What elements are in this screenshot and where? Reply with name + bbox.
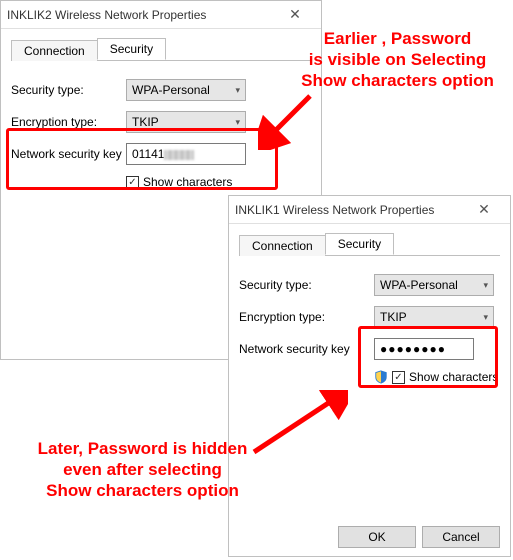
titlebar: INKLIK2 Wireless Network Properties ✕ bbox=[1, 1, 321, 29]
encryption-type-select[interactable]: TKIP ▾ bbox=[374, 306, 494, 328]
cancel-button[interactable]: Cancel bbox=[422, 526, 500, 548]
network-key-field[interactable]: 01141 bbox=[126, 143, 246, 165]
tab-connection[interactable]: Connection bbox=[11, 40, 98, 61]
security-type-value: WPA-Personal bbox=[380, 278, 458, 292]
titlebar: INKLIK1 Wireless Network Properties ✕ bbox=[229, 196, 510, 224]
tab-connection[interactable]: Connection bbox=[239, 235, 326, 256]
encryption-type-select[interactable]: TKIP ▾ bbox=[126, 111, 246, 133]
window-inklik1: INKLIK1 Wireless Network Properties ✕ Co… bbox=[228, 195, 511, 557]
network-key-field[interactable]: ●●●●●●●● bbox=[374, 338, 474, 360]
annotation-later: Later, Password is hiddeneven after sele… bbox=[25, 438, 260, 501]
show-characters-label: Show characters bbox=[143, 175, 232, 189]
network-key-label: Network security key bbox=[239, 342, 374, 356]
encryption-type-value: TKIP bbox=[132, 115, 159, 129]
show-characters-checkbox[interactable]: ✓ bbox=[392, 371, 405, 384]
tab-security[interactable]: Security bbox=[325, 233, 394, 255]
network-key-label: Network security key bbox=[11, 147, 126, 161]
shield-icon bbox=[374, 370, 388, 384]
ok-button[interactable]: OK bbox=[338, 526, 416, 548]
security-type-value: WPA-Personal bbox=[132, 83, 210, 97]
security-type-select[interactable]: WPA-Personal ▾ bbox=[126, 79, 246, 101]
tabs: Connection Security bbox=[11, 37, 311, 61]
annotation-earlier: Earlier , Passwordis visible on Selectin… bbox=[285, 28, 510, 91]
close-icon[interactable]: ✕ bbox=[464, 201, 504, 218]
chevron-down-icon: ▾ bbox=[235, 117, 240, 128]
close-icon[interactable]: ✕ bbox=[275, 6, 315, 23]
encryption-type-label: Encryption type: bbox=[11, 115, 126, 129]
show-characters-checkbox[interactable]: ✓ bbox=[126, 176, 139, 189]
encryption-type-label: Encryption type: bbox=[239, 310, 374, 324]
chevron-down-icon: ▾ bbox=[483, 312, 488, 323]
network-key-value: 01141 bbox=[132, 147, 194, 161]
tabs: Connection Security bbox=[239, 232, 500, 256]
network-key-value: ●●●●●●●● bbox=[380, 342, 446, 356]
tab-security[interactable]: Security bbox=[97, 38, 166, 60]
chevron-down-icon: ▾ bbox=[235, 85, 240, 96]
security-type-select[interactable]: WPA-Personal ▾ bbox=[374, 274, 494, 296]
show-characters-label: Show characters bbox=[409, 370, 498, 384]
window-title: INKLIK1 Wireless Network Properties bbox=[235, 203, 464, 217]
security-type-label: Security type: bbox=[11, 83, 126, 97]
security-type-label: Security type: bbox=[239, 278, 374, 292]
encryption-type-value: TKIP bbox=[380, 310, 407, 324]
window-title: INKLIK2 Wireless Network Properties bbox=[7, 8, 275, 22]
chevron-down-icon: ▾ bbox=[483, 280, 488, 291]
